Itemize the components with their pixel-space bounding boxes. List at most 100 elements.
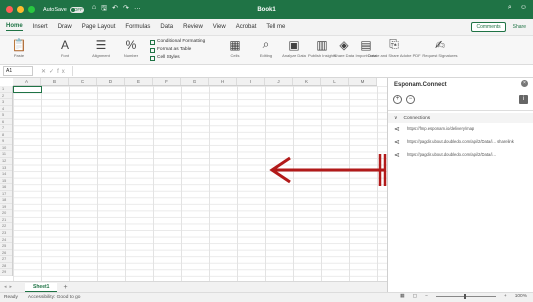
- status-ready: Ready: [4, 295, 18, 300]
- column-header[interactable]: K: [293, 78, 321, 85]
- column-header[interactable]: C: [69, 78, 97, 85]
- remove-connection-icon[interactable]: −: [406, 95, 415, 104]
- home-icon[interactable]: ⌂: [92, 4, 96, 15]
- autosave-toggle[interactable]: OFF: [69, 6, 84, 13]
- column-header[interactable]: L: [321, 78, 349, 85]
- clipboard-icon: 📋: [11, 37, 27, 52]
- font-group[interactable]: A Font: [52, 36, 78, 65]
- share-data-label: Share Data: [333, 53, 355, 58]
- window-controls: [6, 6, 35, 13]
- autosave-control[interactable]: AutoSave OFF: [43, 6, 84, 13]
- format-as-table-button[interactable]: Format as Table: [150, 46, 205, 54]
- cell-styles-button[interactable]: Cell Styles: [150, 54, 205, 62]
- zoom-slider-thumb[interactable]: [463, 294, 466, 299]
- page-layout-view-icon[interactable]: ▢: [413, 294, 418, 299]
- tab-page-layout[interactable]: Page Layout: [82, 24, 116, 30]
- paste-label: Paste: [13, 53, 25, 58]
- adobe-pdf-group[interactable]: ⎘ Create and Share Adobe PDF: [367, 36, 420, 65]
- conditional-formatting-label: Conditional Formatting: [157, 39, 206, 44]
- tab-acrobat[interactable]: Acrobat: [236, 24, 257, 30]
- add-sheet-button[interactable]: +: [63, 284, 67, 291]
- fx-icon: ✕✓fx: [41, 68, 68, 75]
- sheet-nav-arrows[interactable]: ◂▸: [4, 284, 15, 290]
- column-header[interactable]: D: [97, 78, 125, 85]
- tab-home[interactable]: Home: [6, 23, 23, 31]
- column-header[interactable]: F: [153, 78, 181, 85]
- paste-group[interactable]: 📋 Paste: [6, 36, 32, 65]
- column-header[interactable]: H: [209, 78, 237, 85]
- share-button[interactable]: Share: [510, 22, 529, 32]
- search-icon[interactable]: ⌕: [508, 4, 512, 12]
- tab-insert[interactable]: Insert: [33, 24, 48, 30]
- more-icon[interactable]: …: [134, 4, 141, 15]
- number-group[interactable]: % Number: [118, 36, 144, 65]
- column-header[interactable]: A: [13, 78, 41, 85]
- analyze-data-group[interactable]: ▣ Analyze Data: [282, 36, 306, 65]
- row-header[interactable]: 29: [0, 269, 12, 276]
- connection-item[interactable]: ⋖ https://pagdir.ubout.doubledo.com/api/…: [388, 136, 533, 149]
- request-signatures-label: Request Signatures: [422, 53, 458, 58]
- share-data-group[interactable]: ◈ Share Data: [334, 36, 354, 65]
- connections-list: ⋖ https://fmp.esponam.io/delivery/map ⋖ …: [388, 123, 533, 162]
- normal-view-icon[interactable]: ▦: [400, 294, 405, 299]
- column-header[interactable]: B: [41, 78, 69, 85]
- number-label: Number: [123, 53, 139, 58]
- minimize-window-button[interactable]: [17, 6, 24, 13]
- sheet-tab-sheet1[interactable]: Sheet1: [25, 282, 58, 292]
- connection-url: https://pagdir.ubout.doubledo.com/api/2/…: [407, 139, 514, 144]
- connections-title: Connections: [403, 115, 431, 121]
- close-window-button[interactable]: [6, 6, 13, 13]
- formula-input[interactable]: [71, 66, 533, 76]
- alignment-label: Alignment: [92, 53, 110, 58]
- column-header[interactable]: M: [349, 78, 377, 85]
- editing-group[interactable]: ⌕ Editing: [254, 36, 278, 65]
- undo-icon[interactable]: ↶: [112, 4, 118, 15]
- info-icon[interactable]: i: [519, 95, 528, 104]
- left-arrow-annotation: [269, 154, 392, 186]
- name-box[interactable]: A1: [3, 66, 33, 76]
- tab-review[interactable]: Review: [183, 24, 203, 30]
- column-header[interactable]: G: [181, 78, 209, 85]
- tab-tell-me[interactable]: Tell me: [266, 24, 285, 30]
- percent-icon: %: [125, 37, 137, 52]
- status-bar: Ready Accessibility: Good to go ▦ ▢ − + …: [0, 292, 533, 302]
- format-as-table-label: Format as Table: [157, 47, 192, 52]
- accessibility-status[interactable]: Accessibility: Good to go: [28, 295, 81, 300]
- zoom-out-icon[interactable]: −: [425, 294, 428, 299]
- selected-cell[interactable]: [13, 86, 42, 93]
- ribbon: 📋 Paste A Font ☰ Alignment % Number Cond…: [0, 36, 533, 65]
- connections-header[interactable]: ∨ Connections: [388, 113, 533, 123]
- tab-draw[interactable]: Draw: [58, 24, 72, 30]
- tab-formulas[interactable]: Formulas: [125, 24, 150, 30]
- tab-data[interactable]: Data: [160, 24, 173, 30]
- table-icon: [150, 47, 155, 53]
- redo-icon[interactable]: ↷: [123, 4, 129, 15]
- align-icon: ☰: [95, 37, 107, 52]
- connection-item[interactable]: ⋖ https://pagdir.ubout.doubledo.com/api/…: [388, 149, 533, 162]
- save-icon[interactable]: 🖫: [101, 4, 107, 15]
- pane-divider: [388, 110, 533, 111]
- comments-button[interactable]: Comments: [471, 22, 506, 32]
- quick-access-toolbar: ⌂ 🖫 ↶ ↷ …: [92, 4, 141, 15]
- alignment-group[interactable]: ☰ Alignment: [86, 36, 116, 65]
- conditional-formatting-button[interactable]: Conditional Formatting: [150, 38, 205, 46]
- connection-url: https://fmp.esponam.io/delivery/map: [407, 126, 475, 131]
- cells-label: Cells: [230, 53, 240, 58]
- signature-icon: ✍: [434, 37, 446, 52]
- zoom-slider[interactable]: [435, 294, 496, 299]
- column-header[interactable]: E: [125, 78, 153, 85]
- zoom-level: 100%: [514, 294, 527, 299]
- column-header[interactable]: I: [237, 78, 265, 85]
- cells-group[interactable]: ▦ Cells: [224, 36, 246, 65]
- column-header[interactable]: J: [265, 78, 293, 85]
- publish-insights-group[interactable]: ▥ Publish Insights: [308, 36, 336, 65]
- zoom-window-button[interactable]: [28, 6, 35, 13]
- connection-item[interactable]: ⋖ https://fmp.esponam.io/delivery/map: [388, 123, 533, 136]
- request-signatures-group[interactable]: ✍ Request Signatures: [422, 36, 458, 65]
- share-icon: ⋖: [394, 152, 400, 159]
- close-icon[interactable]: ×: [521, 80, 528, 87]
- zoom-in-icon[interactable]: +: [504, 294, 507, 299]
- account-icon[interactable]: ☺: [520, 4, 527, 12]
- tab-view[interactable]: View: [213, 24, 226, 30]
- add-connection-icon[interactable]: +: [393, 95, 402, 104]
